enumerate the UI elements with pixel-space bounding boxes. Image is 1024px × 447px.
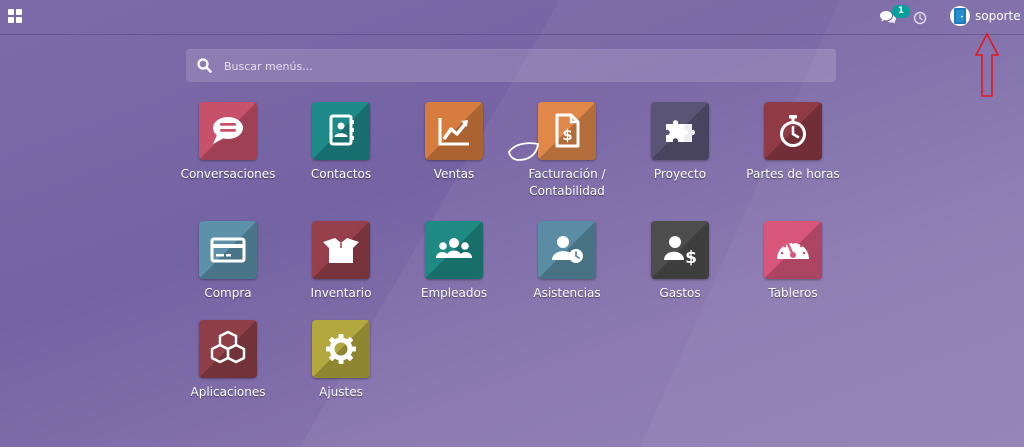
app-empleados[interactable]: Empleados [397, 221, 511, 321]
app-label: Conversaciones [180, 167, 276, 181]
trending-up-chart-icon [438, 118, 469, 146]
svg-text:$: $ [685, 248, 697, 268]
speedometer-icon [777, 241, 809, 259]
clock-icon [913, 11, 927, 25]
app-contactos[interactable]: Contactos [284, 102, 398, 202]
discuss-messages-button[interactable]: 1 [880, 5, 910, 27]
app-icon-tile [651, 102, 709, 160]
user-dollar-icon: $ [664, 236, 697, 268]
mouse-cursor [508, 142, 539, 161]
app-icon-tile [538, 221, 596, 279]
app-label: Proyecto [653, 167, 707, 181]
apps-menu-grid-icon[interactable] [8, 9, 22, 23]
app-conversaciones[interactable]: Conversaciones [171, 102, 285, 202]
user-clock-icon [552, 236, 583, 263]
door-avatar-icon [954, 8, 966, 24]
app-icon-tile [312, 320, 370, 378]
app-partes-de-horas[interactable]: Partes de horas [736, 102, 850, 202]
menu-search-bar[interactable] [186, 49, 836, 84]
app-gastos[interactable]: $ Gastos [623, 221, 737, 321]
app-icon-tile [425, 221, 483, 279]
open-box-icon [323, 238, 359, 263]
app-label: Contactos [310, 167, 372, 181]
app-label: Facturación / Contabilidad [528, 167, 606, 198]
app-icon-tile [764, 221, 822, 279]
app-icon-tile: $ [538, 102, 596, 160]
app-compra[interactable]: Compra [171, 221, 285, 321]
app-label: Compra [204, 286, 252, 300]
credit-card-icon [210, 237, 246, 263]
stopwatch-icon [780, 115, 806, 147]
chat-bubble-icon [213, 117, 243, 144]
address-book-icon [329, 114, 354, 146]
app-label: Tableros [768, 286, 818, 300]
search-input[interactable] [222, 49, 826, 84]
app-icon-tile [199, 102, 257, 160]
top-navbar: 1 soporte [0, 0, 1024, 35]
app-label: Ajustes [319, 385, 363, 399]
app-label: Aplicaciones [190, 385, 266, 399]
puzzle-piece-icon [666, 120, 695, 142]
unread-messages-badge: 1 [892, 5, 910, 18]
app-asistencias[interactable]: Asistencias [510, 221, 624, 321]
app-label: Ventas [433, 167, 475, 181]
app-tableros[interactable]: Tableros [736, 221, 850, 321]
user-menu-button[interactable]: soporte [950, 5, 1021, 27]
user-name: soporte [975, 9, 1021, 23]
app-icon-tile: $ [651, 221, 709, 279]
avatar [950, 6, 970, 26]
app-aplicaciones[interactable]: Aplicaciones [171, 320, 285, 420]
activities-button[interactable] [913, 10, 927, 25]
app-icon-tile [764, 102, 822, 160]
app-icon-tile [312, 102, 370, 160]
search-icon [197, 58, 212, 73]
app-ajustes[interactable]: Ajustes [284, 320, 398, 420]
people-group-icon [436, 238, 472, 258]
app-label: Inventario [310, 286, 372, 300]
svg-text:$: $ [562, 126, 572, 144]
cubes-icon [210, 330, 246, 364]
app-icon-tile [199, 221, 257, 279]
app-label: Partes de horas [746, 167, 840, 181]
app-icon-tile [199, 320, 257, 378]
invoice-dollar-icon: $ [555, 113, 580, 148]
app-icon-tile [312, 221, 370, 279]
app-proyecto[interactable]: Proyecto [623, 102, 737, 202]
annotation-up-arrow [975, 33, 999, 97]
app-inventario[interactable]: Inventario [284, 221, 398, 321]
app-label: Gastos [659, 286, 701, 300]
gear-icon [326, 334, 356, 364]
app-label: Asistencias [533, 286, 601, 300]
app-label: Empleados [420, 286, 488, 300]
app-icon-tile [425, 102, 483, 160]
app-ventas[interactable]: Ventas [397, 102, 511, 202]
